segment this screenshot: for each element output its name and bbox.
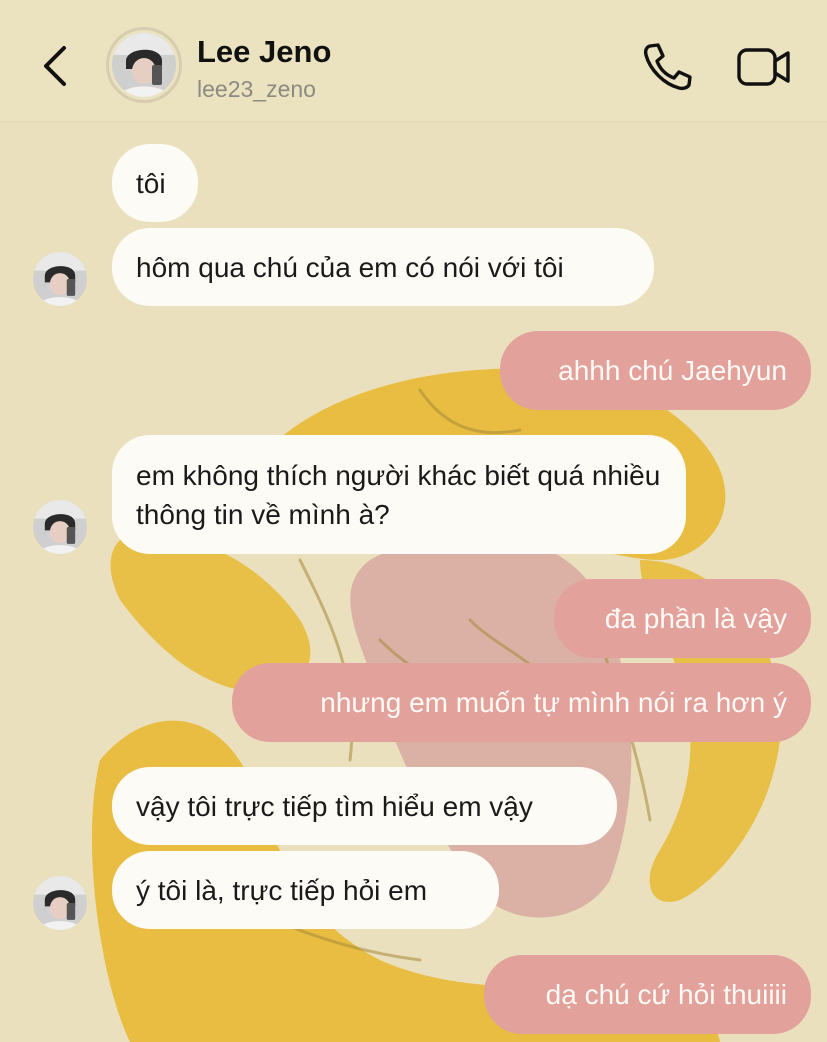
- incoming-message-bubble[interactable]: hôm qua chú của em có nói với tôi: [112, 228, 654, 306]
- video-camera-icon: [737, 48, 790, 86]
- profile-photo-icon: [33, 500, 87, 554]
- back-button[interactable]: [36, 42, 76, 90]
- call-button[interactable]: [638, 40, 694, 92]
- outgoing-message-bubble[interactable]: đa phần là vậy: [554, 579, 811, 658]
- chevron-left-icon: [44, 46, 66, 86]
- contact-name[interactable]: Lee Jeno: [197, 34, 331, 70]
- sender-avatar[interactable]: [33, 876, 87, 930]
- incoming-message-bubble[interactable]: vậy tôi trực tiếp tìm hiểu em vậy: [112, 767, 617, 845]
- message-text: dạ chú cứ hỏi thuiiii: [545, 979, 787, 1010]
- incoming-message-bubble[interactable]: tôi: [112, 144, 198, 222]
- outgoing-message-bubble[interactable]: ahhh chú Jaehyun: [500, 331, 811, 410]
- message-text: tôi: [136, 167, 166, 199]
- outgoing-message-bubble[interactable]: dạ chú cứ hỏi thuiiii: [484, 955, 811, 1034]
- message-text: đa phần là vậy: [604, 603, 787, 634]
- message-text: vậy tôi trực tiếp tìm hiểu em vậy: [136, 790, 533, 822]
- profile-photo-icon: [112, 33, 176, 97]
- incoming-message-bubble[interactable]: em không thích người khác biết quá nhiều…: [112, 435, 686, 554]
- chat-header: Lee Jeno lee23_zeno: [0, 0, 827, 122]
- contact-username[interactable]: lee23_zeno: [197, 76, 316, 103]
- outgoing-message-bubble[interactable]: nhưng em muốn tự mình nói ra hơn ý: [232, 663, 811, 742]
- message-text: em không thích người khác biết quá nhiều…: [136, 459, 661, 530]
- incoming-message-bubble[interactable]: ý tôi là, trực tiếp hỏi em: [112, 851, 499, 929]
- message-text: ý tôi là, trực tiếp hỏi em: [136, 874, 428, 906]
- message-text: ahhh chú Jaehyun: [558, 355, 787, 386]
- profile-photo-icon: [33, 252, 87, 306]
- profile-photo-icon: [33, 876, 87, 930]
- sender-avatar[interactable]: [33, 500, 87, 554]
- phone-icon: [643, 43, 692, 91]
- message-text: hôm qua chú của em có nói với tôi: [136, 251, 564, 283]
- message-text: nhưng em muốn tự mình nói ra hơn ý: [320, 687, 787, 718]
- video-call-button[interactable]: [736, 44, 792, 90]
- contact-avatar[interactable]: [106, 27, 182, 103]
- sender-avatar[interactable]: [33, 252, 87, 306]
